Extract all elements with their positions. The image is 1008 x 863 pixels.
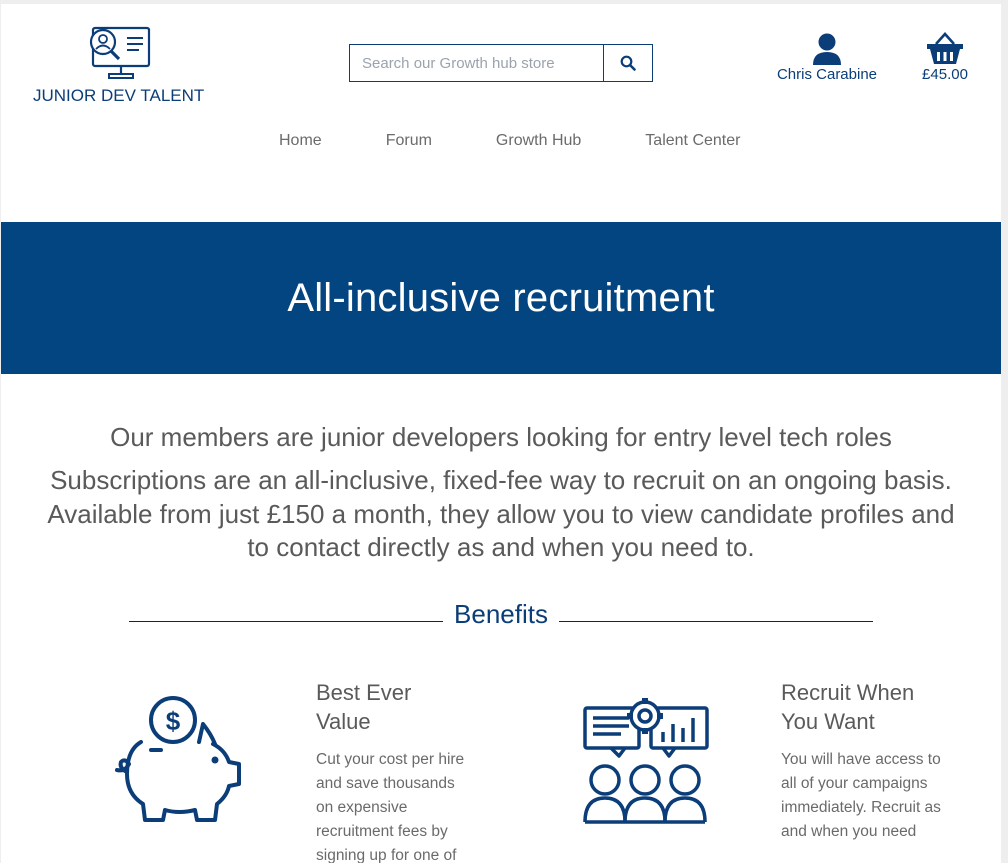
search-bar <box>349 44 653 82</box>
intro-subtitle: Our members are junior developers lookin… <box>110 422 892 452</box>
feature-text-value: Cut your cost per hire and save thousand… <box>316 751 465 863</box>
basket-icon <box>927 32 963 64</box>
monitor-magnifier-icon <box>89 26 151 79</box>
benefits-title: Benefits <box>454 598 548 629</box>
feature-title-recruit: Recruit When You Want <box>781 680 915 734</box>
search-input[interactable] <box>350 45 603 81</box>
divider-left <box>129 620 444 622</box>
divider-right <box>558 620 874 622</box>
account-link[interactable]: Chris Carabine <box>771 32 883 83</box>
cart-link[interactable]: £45.00 <box>915 32 975 83</box>
banner-title: All-inclusive recruitment <box>287 275 715 320</box>
nav-item-home[interactable]: Home <box>279 132 322 150</box>
benefits-heading: Benefits <box>129 596 874 632</box>
search-icon <box>620 55 636 71</box>
nav-item-talent-center[interactable]: Talent Center <box>645 132 740 150</box>
account-name: Chris Carabine <box>776 66 878 83</box>
nav-item-growth-hub[interactable]: Growth Hub <box>496 132 581 150</box>
intro-text: Subscriptions are an all-inclusive, fixe… <box>47 465 955 562</box>
nav-item-forum[interactable]: Forum <box>386 132 432 150</box>
page: JUNIOR DEV TALENT Chris Carabine £45.00 <box>1 4 1001 863</box>
team-analytics-icon <box>583 698 709 824</box>
cart-total: £45.00 <box>922 66 968 83</box>
logo-text: JUNIOR DEV TALENT <box>33 86 205 105</box>
feature-title-value: Best Ever Value <box>316 680 412 734</box>
user-icon <box>813 33 841 65</box>
hero-banner: All-inclusive recruitment <box>1 222 1001 374</box>
main-nav: Home Forum Growth Hub Talent Center <box>279 132 740 150</box>
search-button[interactable] <box>603 45 652 81</box>
feature-text-recruit: You will have access to all of your camp… <box>781 751 941 840</box>
piggy-bank-icon: $ <box>115 696 241 822</box>
svg-text:$: $ <box>166 706 181 736</box>
